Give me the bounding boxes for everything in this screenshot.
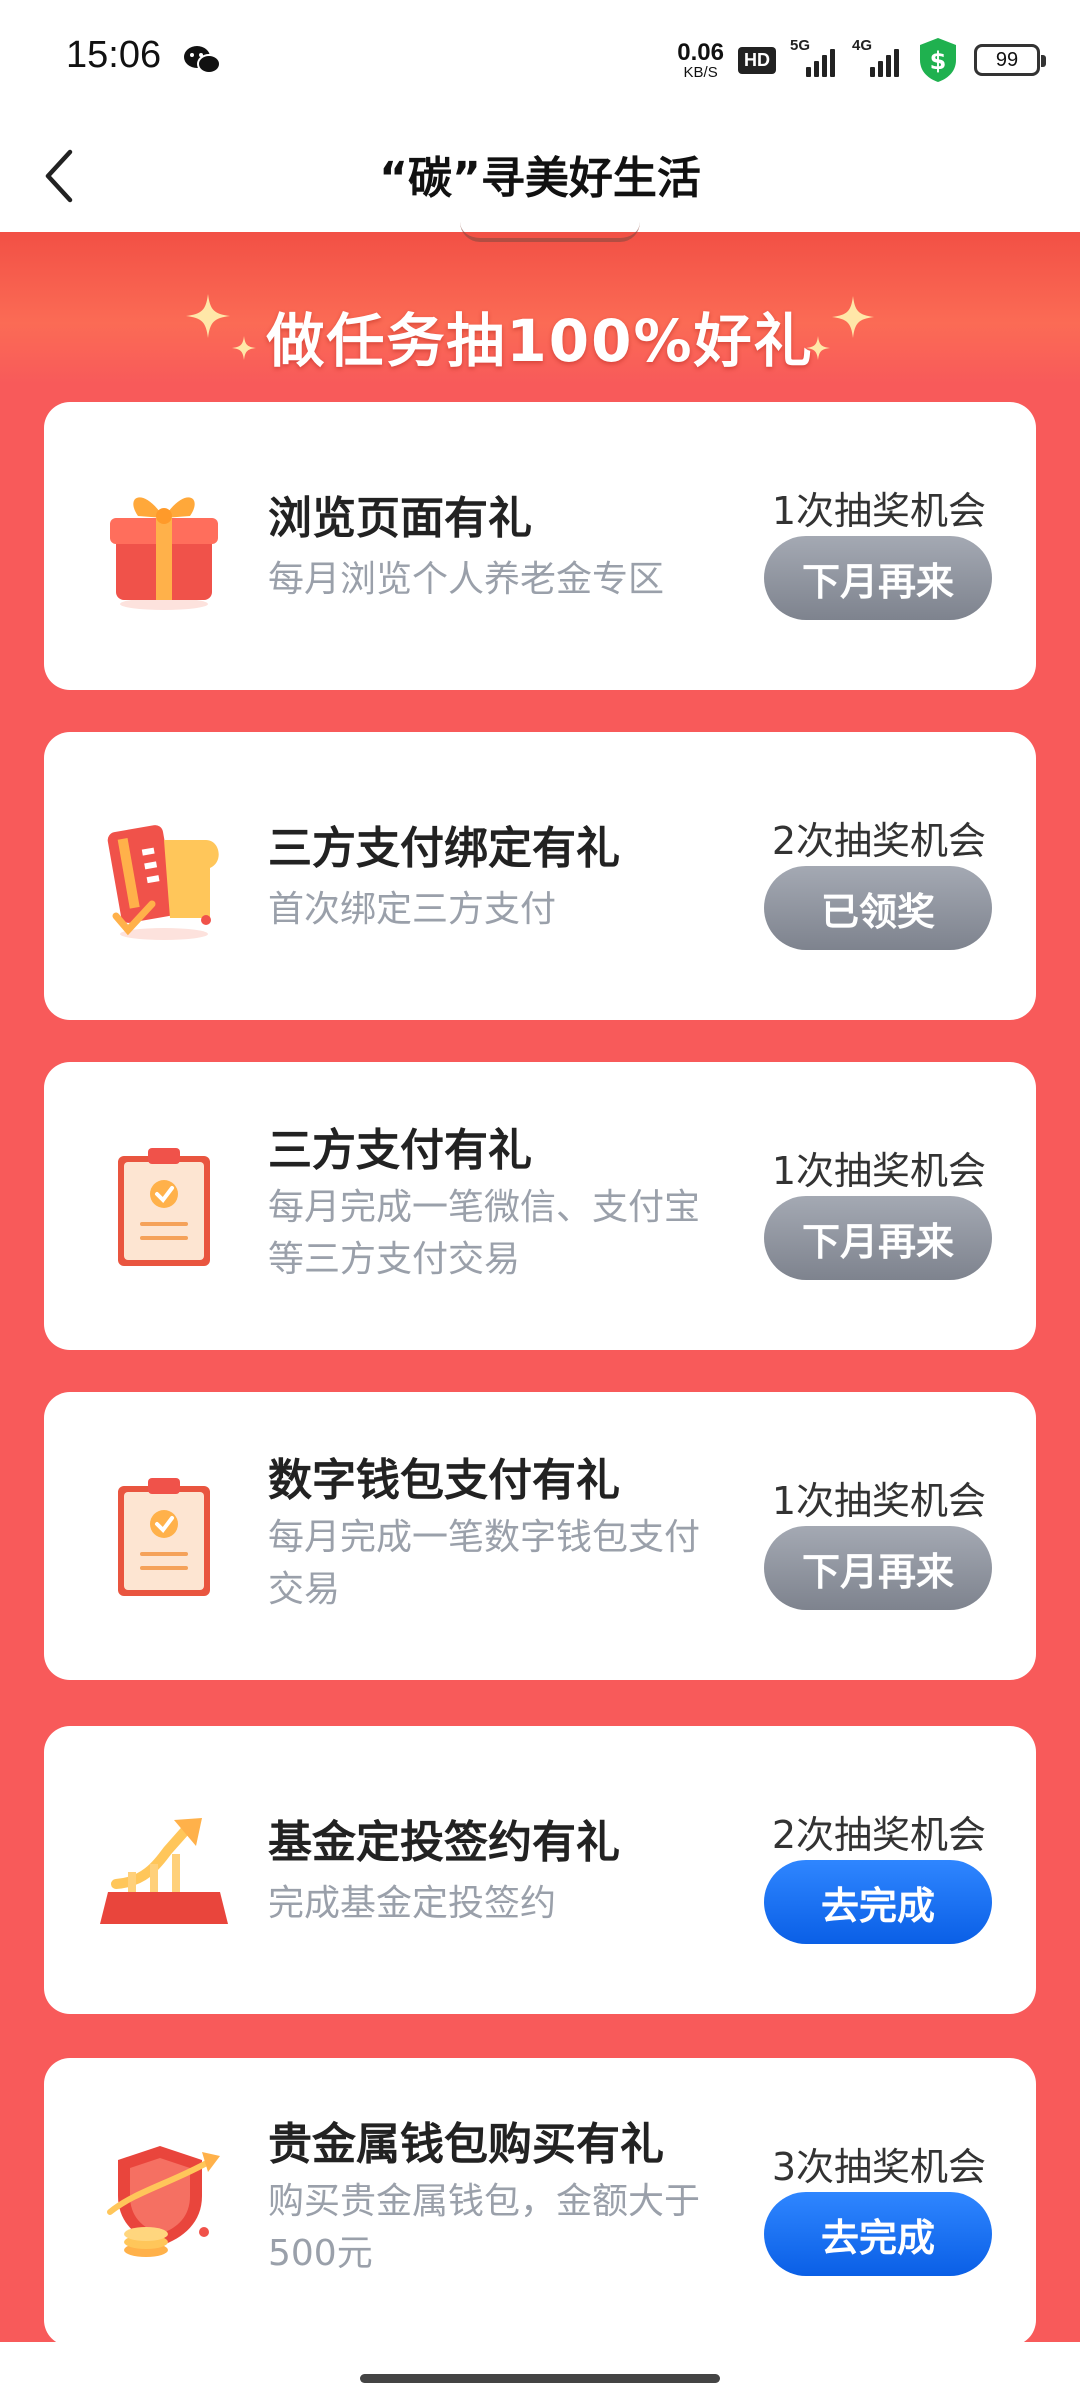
- go-complete-button[interactable]: 去完成: [764, 1860, 992, 1944]
- task-description: 每月完成一笔数字钱包支付交易: [268, 1517, 701, 1610]
- net-speed-value: 0.06: [677, 38, 724, 66]
- draw-chances: 1次抽奖机会: [771, 1479, 986, 1523]
- go-complete-button[interactable]: 去完成: [764, 2192, 992, 2276]
- task-title: 数字钱包支付有礼: [268, 1455, 620, 1506]
- task-description: 首次绑定三方支付: [268, 889, 557, 930]
- home-indicator[interactable]: [360, 2374, 720, 2383]
- task-description: 完成基金定投签约: [268, 1883, 557, 1924]
- next-month-button[interactable]: 下月再来: [764, 1526, 992, 1610]
- draw-chances: 2次抽奖机会: [771, 1813, 986, 1857]
- task-description: 购买贵金属钱包，金额大于500元: [268, 2181, 701, 2274]
- shield-coins-icon: [107, 2146, 220, 2257]
- next-month-button[interactable]: 下月再来: [764, 536, 992, 620]
- banner: 做任务抽100%好礼: [0, 232, 1080, 384]
- task-card: 三方支付有礼 每月完成一笔微信、支付宝等三方支付交易 1次抽奖机会 下月再来: [44, 1062, 1036, 1350]
- banner-decoration: [460, 222, 640, 242]
- task-title: 三方支付绑定有礼: [268, 823, 620, 874]
- task-card: 数字钱包支付有礼 每月完成一笔数字钱包支付交易 1次抽奖机会 下月再来: [44, 1392, 1036, 1680]
- battery-icon: 99: [974, 44, 1046, 76]
- draw-chances: 3次抽奖机会: [771, 2145, 986, 2189]
- task-title: 贵金属钱包购买有礼: [268, 2119, 664, 2170]
- task-title: 基金定投签约有礼: [268, 1817, 620, 1868]
- bottom-bar: [0, 2342, 1080, 2400]
- task-card: 基金定投签约有礼 完成基金定投签约 2次抽奖机会 去完成: [44, 1726, 1036, 2014]
- wechat-icon: [184, 46, 221, 74]
- draw-chances: 2次抽奖机会: [771, 819, 986, 863]
- net-speed-unit: KB/S: [683, 63, 718, 81]
- task-card: 贵金属钱包购买有礼 购买贵金属钱包，金额大于500元 3次抽奖机会 去完成: [44, 2058, 1036, 2346]
- task-description: 每月完成一笔微信、支付宝等三方支付交易: [268, 1187, 701, 1280]
- signal-4g-icon: 4G: [852, 37, 902, 77]
- next-month-button[interactable]: 下月再来: [764, 1196, 992, 1280]
- page-title: “碳”寻美好生活: [379, 153, 701, 204]
- card-bind-icon: [107, 825, 219, 940]
- task-title: 三方支付有礼: [268, 1125, 532, 1176]
- clipboard-icon: [118, 1478, 210, 1596]
- task-area: 做任务抽100%好礼 浏览页面有礼 每月浏览个人养老金专区 1次抽奖机会 下月再…: [0, 232, 1080, 2346]
- task-description: 每月浏览个人养老金专区: [268, 559, 665, 600]
- hd-badge: HD: [738, 46, 776, 74]
- signal-5g-icon: 5G: [790, 37, 838, 77]
- draw-chances: 1次抽奖机会: [771, 489, 986, 533]
- battery-level: 99: [995, 48, 1019, 71]
- growth-arrow-icon: [100, 1818, 228, 1924]
- task-title: 浏览页面有礼: [268, 493, 532, 544]
- task-card: 浏览页面有礼 每月浏览个人养老金专区 1次抽奖机会 下月再来: [44, 402, 1036, 690]
- draw-chances: 1次抽奖机会: [771, 1149, 986, 1193]
- status-time: 15:06: [66, 34, 162, 76]
- svg-text:$: $: [930, 47, 947, 75]
- security-shield-icon: $: [920, 38, 956, 82]
- status-bar: 15:06 0.06 KB/S HD 5G 4G $ 99: [0, 0, 1080, 116]
- clipboard-icon: [118, 1148, 210, 1266]
- gift-box-icon: [110, 497, 218, 610]
- status-icons: 0.06 KB/S HD 5G 4G $ 99: [677, 36, 1046, 84]
- banner-title: 做任务抽100%好礼: [266, 307, 814, 375]
- nav-bar: “碳”寻美好生活: [0, 116, 1080, 232]
- task-card: 三方支付绑定有礼 首次绑定三方支付 2次抽奖机会 已领奖: [44, 732, 1036, 1020]
- net-speed: 0.06 KB/S: [677, 38, 724, 81]
- claimed-button[interactable]: 已领奖: [764, 866, 992, 950]
